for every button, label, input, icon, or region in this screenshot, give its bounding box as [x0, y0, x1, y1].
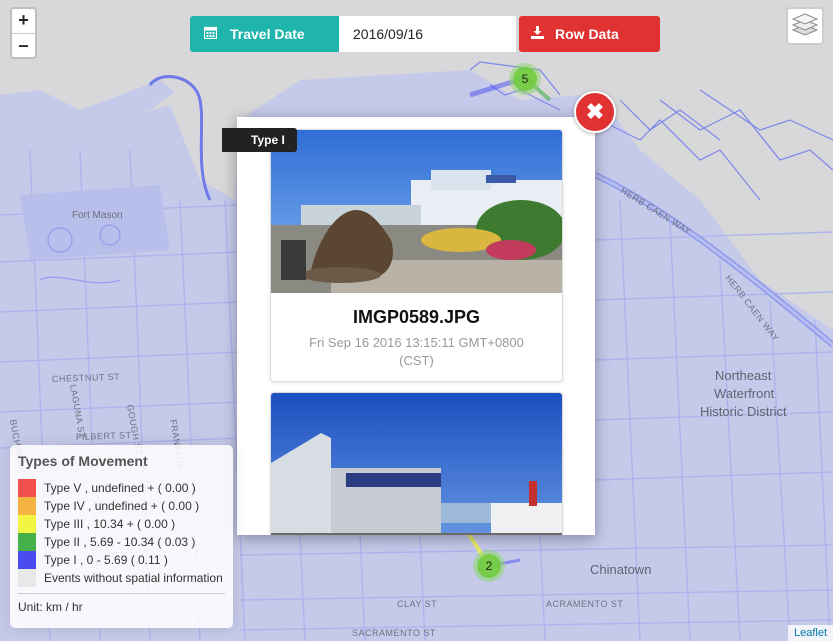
legend-item: Events without spatial information — [18, 569, 225, 587]
zoom-in-button[interactable]: + — [12, 9, 35, 34]
map-attribution[interactable]: Leaflet — [787, 625, 833, 641]
legend-unit: Unit: km / hr — [18, 600, 83, 614]
photo-timestamp: Fri Sep 16 2016 13:15:11 GMT+0800 (CST) — [309, 335, 524, 368]
map-label-sacramento: SACRAMENTO ST — [352, 628, 436, 638]
legend-item: Type IV , undefined + ( 0.00 ) — [18, 497, 225, 515]
legend-swatch — [18, 479, 36, 497]
legend-label: Type I , 0 - 5.69 ( 0.11 ) — [44, 553, 168, 567]
photo-list[interactable]: IMGP0589.JPG Fri Sep 16 2016 13:15:11 GM… — [237, 117, 595, 535]
legend-label: Type II , 5.69 - 10.34 ( 0.03 ) — [44, 535, 196, 549]
photo-thumbnail — [271, 130, 562, 293]
legend-item: Type III , 10.34 + ( 0.00 ) — [18, 515, 225, 533]
legend-label: Type III , 10.34 + ( 0.00 ) — [44, 517, 176, 531]
movement-type-tag: Type I — [222, 128, 297, 152]
leaflet-link[interactable]: Leaflet — [794, 627, 827, 639]
photo-card[interactable] — [270, 392, 563, 535]
map-label-waterfront: Waterfront — [714, 386, 775, 401]
legend-swatch — [18, 569, 36, 587]
legend-label: Events without spatial information — [44, 571, 223, 585]
legend-swatch — [18, 533, 36, 551]
map-label-fort-mason: Fort Mason — [72, 210, 123, 221]
travel-date-button[interactable]: Travel Date — [190, 16, 339, 52]
zoom-control: + – — [10, 7, 37, 59]
cluster-marker[interactable]: 2 — [473, 550, 505, 582]
legend-label: Type V , undefined + ( 0.00 ) — [44, 481, 196, 495]
movement-legend: Types of Movement Type V , undefined + (… — [10, 445, 233, 628]
cluster-marker[interactable]: 5 — [509, 63, 541, 95]
legend-item: Type V , undefined + ( 0.00 ) — [18, 479, 225, 497]
map-label-historic: Historic District — [700, 404, 787, 419]
legend-title: Types of Movement — [18, 453, 148, 469]
travel-date-input[interactable] — [339, 16, 516, 52]
photo-card[interactable]: IMGP0589.JPG Fri Sep 16 2016 13:15:11 GM… — [270, 129, 563, 382]
row-data-button[interactable]: Row Data — [519, 16, 660, 52]
legend-swatch — [18, 551, 36, 569]
date-toolbar: Travel Date Row Data — [190, 16, 660, 52]
close-icon: ✖ — [585, 99, 605, 124]
calendar-icon — [190, 26, 230, 42]
photo-filename: IMGP0589.JPG — [352, 307, 481, 327]
travel-date-label: Travel Date — [230, 26, 305, 42]
cluster-count: 5 — [513, 67, 537, 91]
legend-swatch — [18, 515, 36, 533]
layers-button[interactable] — [786, 7, 824, 45]
legend-divider — [18, 593, 225, 594]
row-data-label: Row Data — [555, 26, 619, 42]
download-icon — [519, 26, 555, 42]
map-label-chinatown: Chinatown — [590, 562, 651, 577]
legend-label: Type IV , undefined + ( 0.00 ) — [44, 499, 200, 513]
legend-swatch — [18, 497, 36, 515]
layers-icon — [791, 11, 819, 42]
zoom-out-button[interactable]: – — [12, 34, 35, 57]
legend-item: Type I , 0 - 5.69 ( 0.11 ) — [18, 551, 225, 569]
legend-item: Type II , 5.69 - 10.34 ( 0.03 ) — [18, 533, 225, 551]
cluster-count: 2 — [477, 554, 501, 578]
close-popup-button[interactable]: ✖ — [574, 91, 616, 133]
map-label-sacramento-2: ACRAMENTO ST — [546, 599, 623, 609]
map-label-clay: CLAY ST — [397, 599, 437, 609]
photo-popup: IMGP0589.JPG Fri Sep 16 2016 13:15:11 GM… — [237, 117, 595, 535]
photo-thumbnail — [271, 393, 562, 535]
map-label-northeast: Northeast — [715, 368, 772, 383]
